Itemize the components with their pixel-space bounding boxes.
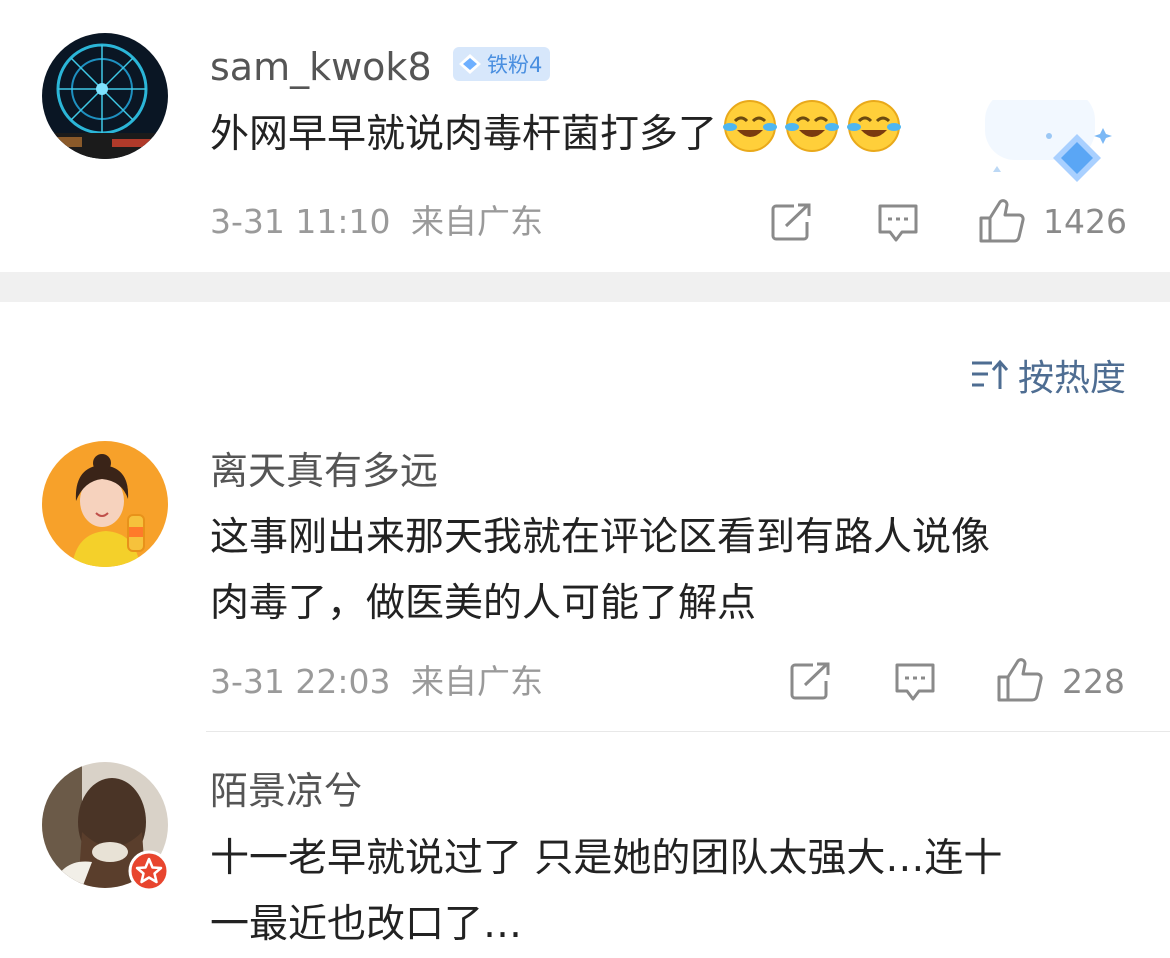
verified-badge: [128, 850, 170, 896]
star-badge-icon: [128, 850, 170, 892]
diamond-icon: [459, 54, 481, 74]
like-count: 228: [1062, 662, 1125, 701]
comment-meta: 3-31 11:10 来自广东: [210, 205, 543, 238]
comment-text-content: 外网早早就说肉毒杆菌打多了: [210, 112, 718, 157]
comment-text-line: 十一老早就说过了 只是她的团队太强大…连十: [210, 836, 1003, 881]
sort-lines-icon: [971, 359, 1009, 389]
comment-text-line: 肉毒了，做医美的人可能了解点: [210, 581, 757, 626]
reply-button[interactable]: [893, 661, 937, 707]
ferris-wheel-avatar-image: [42, 33, 168, 159]
laughing-tears-emoji-icon: [721, 97, 779, 176]
laughing-tears-emoji-icon: [845, 97, 903, 176]
comment-text-line: 一最近也改口了…: [210, 902, 523, 947]
repost-button[interactable]: [770, 202, 814, 246]
comment-icon: [878, 204, 918, 242]
comment-location: 来自广东: [411, 202, 543, 241]
laughing-tears-emoji-icon: [783, 97, 841, 176]
user-photo-avatar-image: [42, 441, 168, 567]
comment-separator: [206, 731, 1170, 732]
sort-by-hot-button[interactable]: 按热度: [970, 349, 1126, 401]
fan-level-badge[interactable]: 铁粉4: [453, 47, 551, 81]
comment-meta: 3-31 22:03 来自广东: [210, 665, 543, 698]
repost-button[interactable]: [789, 661, 833, 705]
diamond-sticker-decoration: [985, 90, 1115, 194]
username[interactable]: 陌景凉兮: [210, 772, 362, 810]
comment-time: 3-31 22:03: [210, 662, 391, 701]
comment-text: 十一老早就说过了 只是她的团队太强大…连十 一最近也改口了…: [210, 826, 1150, 958]
like-button[interactable]: [996, 657, 1044, 707]
reply-button[interactable]: [876, 202, 920, 248]
thumbs-up-icon: [979, 199, 1025, 243]
avatar[interactable]: [42, 33, 168, 159]
sort-label: 按热度: [1017, 358, 1126, 399]
share-icon: [771, 203, 811, 241]
avatar[interactable]: [42, 441, 168, 567]
comment-text-line: 这事刚出来那天我就在评论区看到有路人说像: [210, 515, 991, 560]
comment-location: 来自广东: [411, 662, 543, 701]
like-button[interactable]: [978, 198, 1026, 248]
comment-icon: [895, 663, 935, 701]
sparkle-diamond-icon: [985, 90, 1112, 182]
section-divider: [0, 272, 1170, 302]
username[interactable]: sam_kwok8: [210, 48, 432, 86]
like-count: 1426: [1043, 202, 1127, 241]
username[interactable]: 离天真有多远: [210, 452, 438, 490]
thumbs-up-icon: [997, 658, 1043, 702]
comment-text: 这事刚出来那天我就在评论区看到有路人说像 肉毒了，做医美的人可能了解点: [210, 505, 1140, 637]
share-icon: [790, 662, 830, 700]
badge-label: 铁粉4: [487, 53, 543, 77]
comment-time: 3-31 11:10: [210, 202, 391, 241]
comment-text: 外网早早就说肉毒杆菌打多了: [210, 97, 903, 176]
